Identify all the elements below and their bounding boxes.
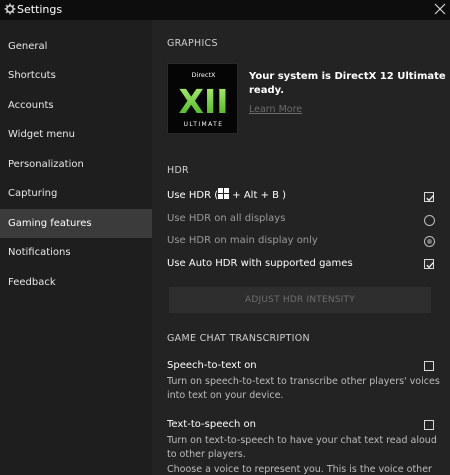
use-hdr-suffix: + Alt + B ) [229,190,287,201]
auto-hdr-checkbox[interactable] [424,259,434,269]
hdr-all-displays-radio[interactable] [424,215,435,226]
logo-xii-text: XII [179,82,229,121]
sidebar-item-feedback[interactable]: Feedback [0,268,152,297]
checkmark-icon [426,195,434,202]
gear-icon [4,3,16,15]
text-to-speech-voice-description: Choose a voice to represent you. This is… [167,464,432,475]
hdr-main-display-label: Use HDR on main display only [167,235,318,246]
sidebar-item-notifications[interactable]: Notifications [0,238,152,267]
settings-window: Settings General Shortcuts Accounts Widg… [0,0,450,475]
sidebar-item-accounts[interactable]: Accounts [0,91,152,120]
directx-status-text: Your system is DirectX 12 Ultimate ready… [249,71,446,96]
learn-more-link[interactable]: Learn More [249,104,302,115]
sidebar-item-general[interactable]: General [0,32,152,61]
use-hdr-checkbox[interactable] [424,192,434,202]
sidebar-item-shortcuts[interactable]: Shortcuts [0,61,152,90]
graphics-header: GRAPHICS [167,38,218,49]
text-to-speech-checkbox[interactable] [424,420,434,430]
auto-hdr-label: Use Auto HDR with supported games [167,258,353,269]
sidebar-item-personalization[interactable]: Personalization [0,150,152,179]
text-to-speech-description: Turn on text-to-speech to have your chat… [167,435,437,460]
main-panel: GRAPHICS DirectX XII ULTIMATE Your syste… [152,20,450,475]
text-to-speech-label: Text-to-speech on [167,419,256,430]
sidebar-item-capturing[interactable]: Capturing [0,179,152,208]
use-hdr-prefix: Use HDR ( [167,190,219,201]
speech-to-text-description: Turn on speech-to-text to transcribe oth… [167,376,440,401]
logo-ultimate-text: ULTIMATE [184,121,224,128]
checkmark-icon [426,262,434,269]
logo-directx-text: DirectX [192,71,216,79]
speech-to-text-checkbox[interactable] [424,361,434,371]
hdr-main-display-radio[interactable] [424,236,435,247]
directx-ultimate-logo: DirectX XII ULTIMATE [167,63,238,134]
adjust-hdr-intensity-button[interactable]: ADJUST HDR INTENSITY [169,287,431,313]
hdr-header: HDR [167,165,189,176]
sidebar: General Shortcuts Accounts Widget menu P… [0,20,152,475]
hdr-all-displays-label: Use HDR on all displays [167,213,286,224]
window-title: Settings [17,3,63,16]
speech-to-text-label: Speech-to-text on [167,360,257,371]
chat-transcription-header: GAME CHAT TRANSCRIPTION [167,333,310,344]
sidebar-item-gaming-features[interactable]: Gaming features [0,209,152,238]
use-hdr-label: Use HDR ( + Alt + B ) [167,188,286,201]
title-bar: Settings [0,0,450,20]
windows-key-icon [218,188,230,199]
close-icon[interactable] [432,1,448,17]
sidebar-item-widget-menu[interactable]: Widget menu [0,120,152,149]
